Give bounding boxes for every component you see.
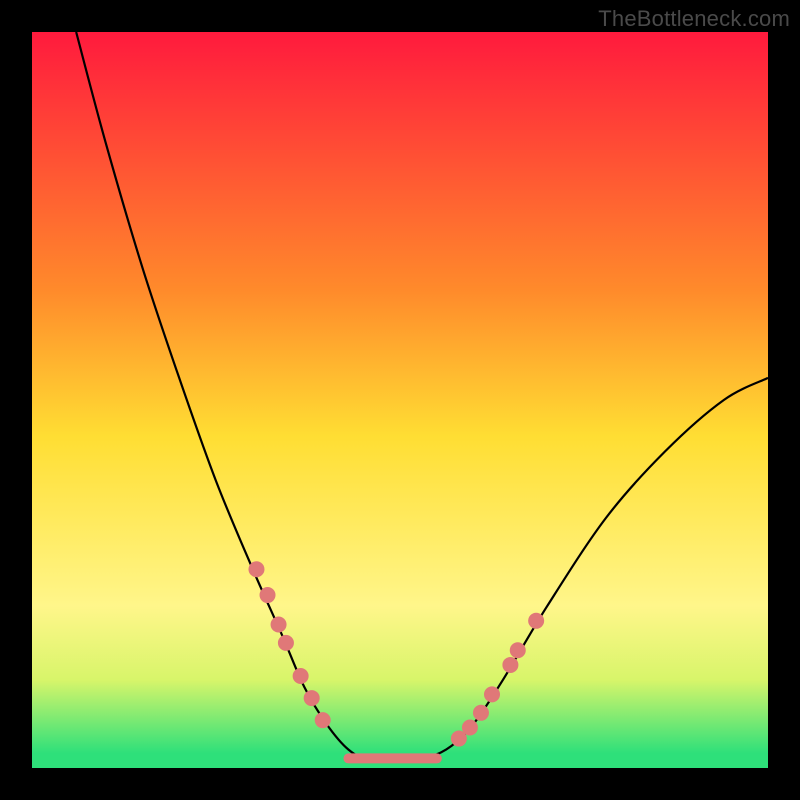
sample-dot — [510, 642, 526, 658]
sample-dot — [293, 668, 309, 684]
chart-container: TheBottleneck.com — [0, 0, 800, 800]
sample-dot — [502, 657, 518, 673]
bottleneck-curve-chart — [32, 32, 768, 768]
sample-dot — [528, 613, 544, 629]
sample-dot — [248, 561, 264, 577]
sample-dot — [315, 712, 331, 728]
sample-dot — [473, 705, 489, 721]
sample-dot — [278, 635, 294, 651]
sample-dot — [260, 587, 276, 603]
sample-dot — [462, 720, 478, 736]
plot-area — [32, 32, 768, 768]
sample-dot — [304, 690, 320, 706]
sample-dot — [484, 686, 500, 702]
watermark-text: TheBottleneck.com — [598, 6, 790, 32]
sample-dot — [271, 616, 287, 632]
gradient-background — [32, 32, 768, 768]
